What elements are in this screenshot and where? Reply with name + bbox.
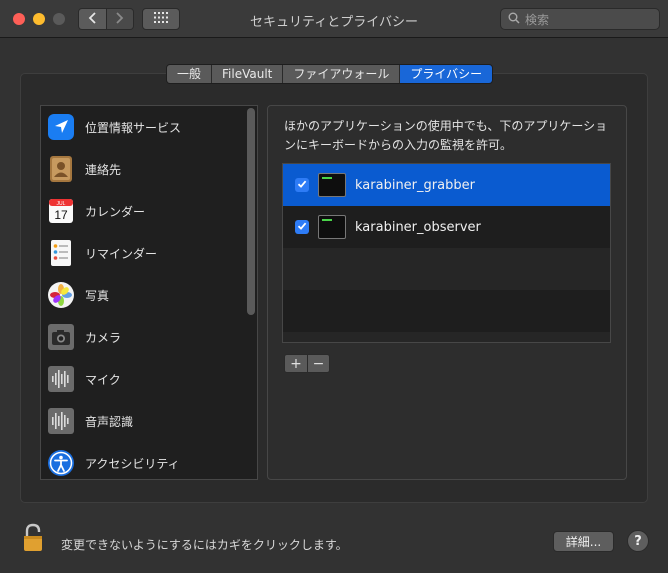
sidebar-item-label: 連絡先 (85, 162, 122, 177)
sidebar-item-label: カメラ (85, 330, 122, 345)
empty-row (283, 332, 610, 342)
app-checkbox[interactable] (295, 220, 309, 234)
list-item[interactable]: karabiner_grabber (283, 164, 610, 206)
camera-icon (47, 323, 75, 351)
preferences-window: セキュリティとプライバシー 検索 一般 FileVault ファイアウォール プ… (0, 0, 668, 573)
remove-app-button[interactable]: − (307, 355, 329, 372)
sidebar-item-label: アクセシビリティ (85, 456, 180, 471)
checkmark-icon (297, 220, 307, 234)
app-name: karabiner_observer (355, 219, 481, 235)
tab-general[interactable]: 一般 (167, 65, 213, 83)
empty-row (283, 290, 610, 332)
help-button[interactable]: ? (627, 530, 649, 552)
privacy-category-list[interactable]: 位置情報サービス 連絡先 JUL 17 カレンダー リマインダー 写真 カメラ … (40, 105, 258, 480)
microphone-icon (47, 365, 75, 393)
segmented-tabs: 一般 FileVault ファイアウォール プライバシー (166, 64, 494, 84)
sidebar-item-reminders[interactable]: リマインダー (41, 232, 241, 274)
search-field[interactable]: 検索 (500, 8, 660, 30)
calendar-month: JUL (57, 201, 66, 207)
sidebar-item-label: 写真 (85, 288, 110, 303)
tab-firewall[interactable]: ファイアウォール (283, 65, 401, 83)
sidebar-item-microphone[interactable]: マイク (41, 358, 241, 400)
lock-icon[interactable] (22, 523, 46, 553)
accessibility-icon (47, 449, 75, 477)
sidebar-item-contacts[interactable]: 連絡先 (41, 148, 241, 190)
sidebar-item-label: 音声認識 (85, 414, 134, 429)
calendar-icon: JUL 17 (47, 197, 75, 225)
contacts-icon (47, 155, 75, 183)
checkmark-icon (297, 178, 307, 192)
list-item[interactable]: karabiner_observer (283, 206, 610, 248)
tab-filevault[interactable]: FileVault (212, 65, 284, 83)
speech-recognition-icon (47, 407, 75, 435)
reminders-icon (47, 239, 75, 267)
sidebar-item-photos[interactable]: 写真 (41, 274, 241, 316)
permission-description: ほかのアプリケーションの使用中でも、下のアプリケーションにキーボードからの入力の… (284, 119, 608, 152)
details-button[interactable]: 詳細... (553, 531, 614, 552)
photos-icon (47, 281, 75, 309)
sidebar-item-label: リマインダー (85, 246, 158, 261)
add-app-button[interactable]: + (285, 355, 307, 372)
sidebar-item-label: 位置情報サービス (85, 120, 182, 135)
app-list[interactable]: karabiner_grabber karabiner_observer (282, 163, 611, 343)
app-name: karabiner_grabber (355, 177, 475, 193)
sidebar-item-location[interactable]: 位置情報サービス (41, 106, 241, 148)
search-icon (508, 12, 520, 27)
app-checkbox[interactable] (295, 178, 309, 192)
sidebar-item-speech-recognition[interactable]: 音声認識 (41, 400, 241, 442)
sidebar-item-label: マイク (85, 372, 121, 387)
sidebar-scrollbar[interactable] (247, 108, 255, 315)
search-placeholder: 検索 (525, 12, 550, 27)
title-bar: セキュリティとプライバシー 検索 (0, 0, 668, 38)
tab-privacy[interactable]: プライバシー (400, 65, 493, 83)
sidebar-item-label: カレンダー (85, 204, 146, 219)
lock-message: 変更できないようにするにはカギをクリックします。 (61, 538, 348, 552)
add-remove-buttons: + − (284, 354, 330, 373)
calendar-day: 17 (54, 208, 68, 222)
location-arrow-icon (47, 113, 75, 141)
sidebar-item-camera[interactable]: カメラ (41, 316, 241, 358)
terminal-app-icon (318, 215, 346, 239)
terminal-app-icon (318, 173, 346, 197)
sidebar-item-accessibility[interactable]: アクセシビリティ (41, 442, 241, 479)
empty-row (283, 248, 610, 290)
sidebar-item-calendar[interactable]: JUL 17 カレンダー (41, 190, 241, 232)
